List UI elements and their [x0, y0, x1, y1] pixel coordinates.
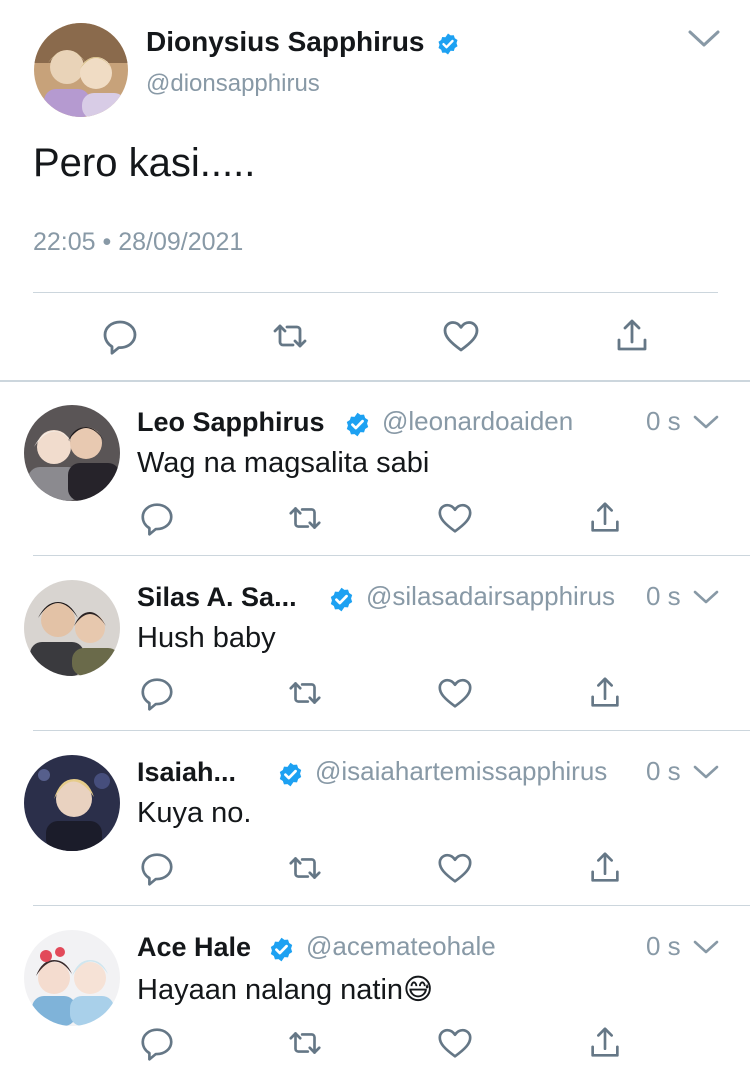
chevron-down-icon[interactable] [686, 26, 722, 50]
verified-badge-icon [277, 761, 304, 788]
verified-badge-icon [344, 411, 371, 438]
main-avatar[interactable] [34, 23, 128, 117]
reply-author-name[interactable]: Isaiah... [137, 757, 236, 788]
reply-avatar[interactable] [24, 580, 120, 676]
retweet-icon[interactable] [270, 316, 310, 356]
like-icon[interactable] [436, 499, 474, 537]
share-icon[interactable] [586, 674, 624, 712]
reply-avatar[interactable] [24, 930, 120, 1026]
like-icon[interactable] [436, 849, 474, 887]
retweet-icon[interactable] [286, 674, 324, 712]
main-tweet-timestamp[interactable]: 22:05 • 28/09/2021 [33, 228, 243, 257]
reply-text: Hayaan nalang natin😅 [137, 972, 433, 1007]
main-author-handle[interactable]: @dionsapphirus [146, 70, 320, 98]
reply-author-name[interactable]: Ace Hale [137, 932, 251, 963]
verified-badge-icon [328, 586, 355, 613]
verified-badge-icon [268, 936, 295, 963]
retweet-icon[interactable] [286, 499, 324, 537]
divider [33, 292, 718, 293]
retweet-icon[interactable] [286, 849, 324, 887]
reply-timestamp: 0 s [646, 406, 681, 436]
like-icon[interactable] [436, 674, 474, 712]
verified-badge-icon [436, 32, 460, 56]
retweet-icon[interactable] [286, 1024, 324, 1062]
reply-icon[interactable] [138, 1024, 176, 1062]
reply-tweet[interactable]: Ace Hale @acemateohale 0 s Hayaan nalang… [0, 906, 750, 1081]
reply-author-handle[interactable]: @acemateohale [306, 931, 496, 962]
reply-tweet[interactable]: Isaiah... @isaiahartemissapphirus 0 s Ku… [0, 731, 750, 906]
reply-tweet[interactable]: Leo Sapphirus @leonardoaiden 0 s Wag na … [0, 381, 750, 556]
chevron-down-icon[interactable] [692, 938, 720, 956]
main-tweet-text: Pero kasi..... [33, 141, 256, 185]
reply-author-handle[interactable]: @isaiahartemissapphirus [315, 756, 607, 787]
reply-icon[interactable] [138, 499, 176, 537]
share-icon[interactable] [586, 499, 624, 537]
reply-timestamp: 0 s [646, 756, 681, 786]
emoji-sweat-smile-icon: 😅 [403, 974, 434, 1006]
reply-icon[interactable] [138, 849, 176, 887]
main-author-name[interactable]: Dionysius Sapphirus [146, 26, 425, 58]
reply-text: Kuya no. [137, 797, 252, 829]
share-icon[interactable] [612, 316, 652, 356]
chevron-down-icon[interactable] [692, 763, 720, 781]
reply-author-handle[interactable]: @silasadairsapphirus [366, 581, 615, 612]
like-icon[interactable] [441, 316, 481, 356]
chevron-down-icon[interactable] [692, 413, 720, 431]
reply-avatar[interactable] [24, 405, 120, 501]
like-icon[interactable] [436, 1024, 474, 1062]
chevron-down-icon[interactable] [692, 588, 720, 606]
share-icon[interactable] [586, 1024, 624, 1062]
reply-author-name[interactable]: Leo Sapphirus [137, 407, 325, 438]
reply-icon[interactable] [100, 316, 140, 356]
reply-timestamp: 0 s [646, 931, 681, 961]
reply-text-body: Hayaan nalang natin [137, 974, 404, 1006]
share-icon[interactable] [586, 849, 624, 887]
reply-text: Hush baby [137, 622, 276, 654]
reply-author-name[interactable]: Silas A. Sa... [137, 582, 297, 613]
reply-text: Wag na magsalita sabi [137, 447, 430, 479]
reply-timestamp: 0 s [646, 581, 681, 611]
reply-avatar[interactable] [24, 755, 120, 851]
reply-icon[interactable] [138, 674, 176, 712]
reply-author-handle[interactable]: @leonardoaiden [382, 406, 573, 437]
reply-tweet[interactable]: Silas A. Sa... @silasadairsapphirus 0 s … [0, 556, 750, 731]
